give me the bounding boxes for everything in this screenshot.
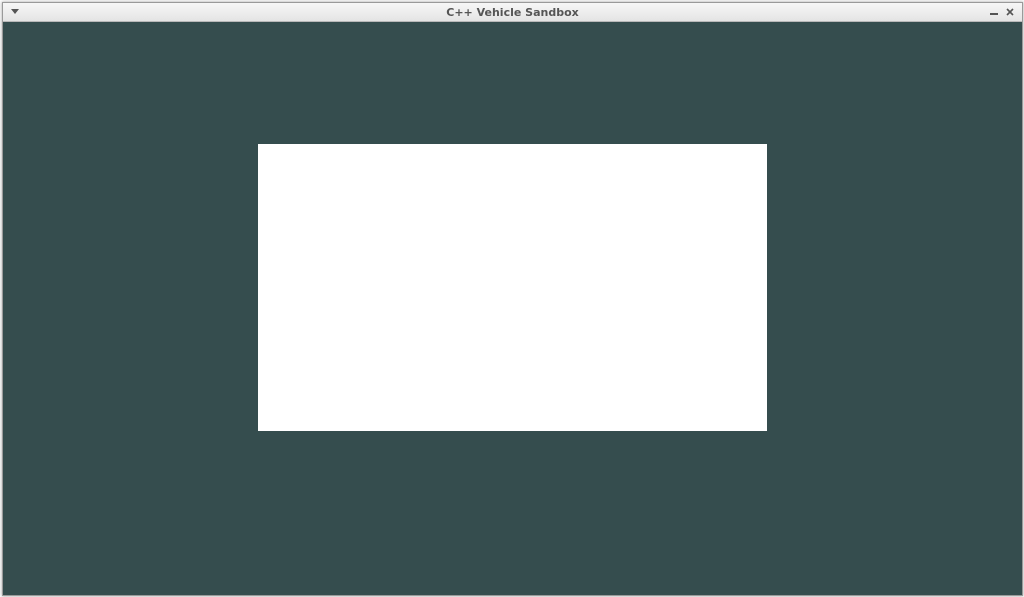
window-title: C++ Vehicle Sandbox bbox=[446, 6, 579, 19]
close-button[interactable] bbox=[1004, 6, 1016, 18]
app-window: C++ Vehicle Sandbox bbox=[2, 2, 1023, 596]
minimize-icon bbox=[990, 3, 998, 21]
desktop: C++ Vehicle Sandbox bbox=[0, 0, 1024, 597]
close-icon bbox=[1006, 3, 1014, 21]
window-titlebar[interactable]: C++ Vehicle Sandbox bbox=[3, 3, 1022, 22]
minimize-button[interactable] bbox=[988, 6, 1000, 18]
render-rectangle bbox=[258, 144, 767, 431]
